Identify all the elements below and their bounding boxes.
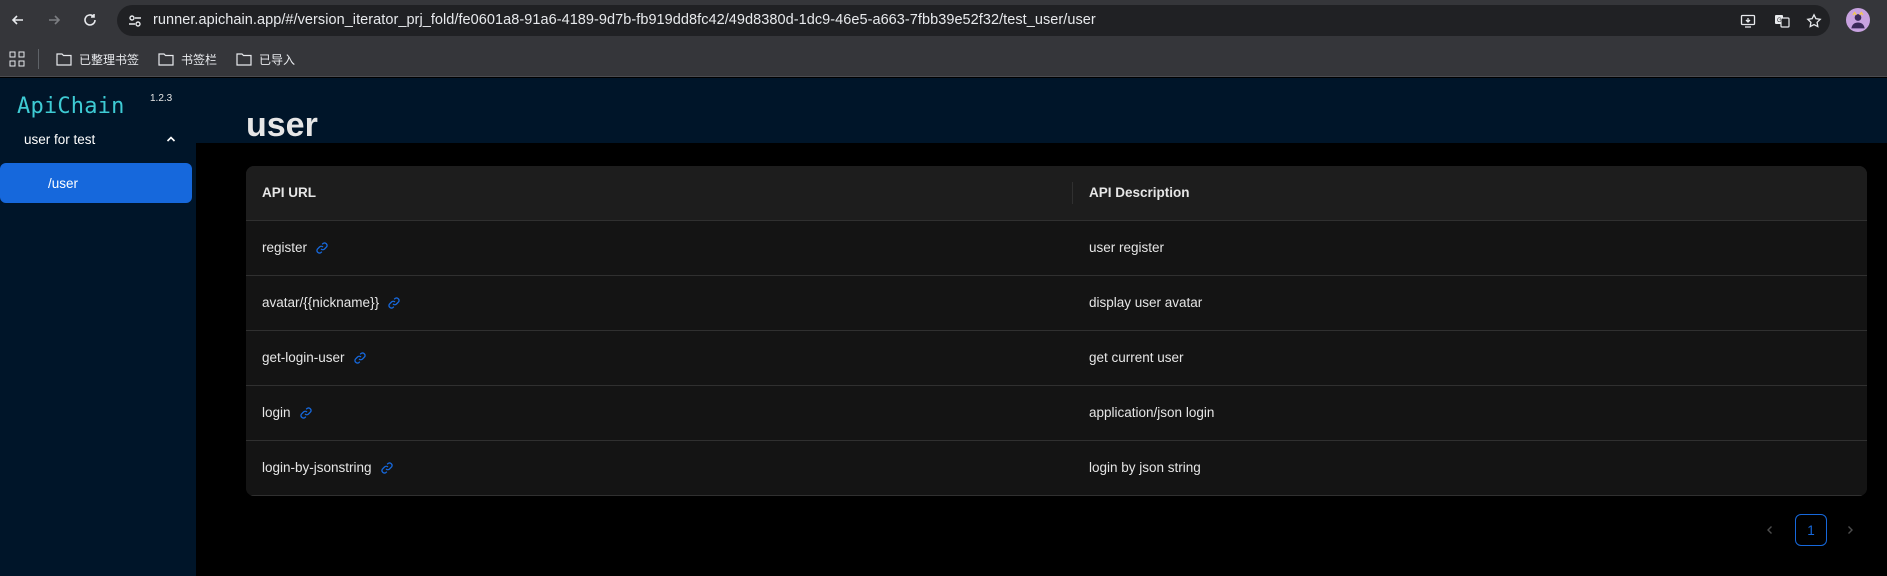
api-description-cell: user register bbox=[1089, 240, 1165, 255]
pagination-next-button[interactable] bbox=[1840, 520, 1860, 540]
api-url-cell: login-by-jsonstring bbox=[262, 460, 394, 475]
table-row: login-by-jsonstring login by json string bbox=[246, 441, 1867, 496]
translate-icon[interactable]: G bbox=[1773, 12, 1791, 30]
link-icon[interactable] bbox=[380, 461, 394, 475]
profile-avatar[interactable] bbox=[1846, 8, 1870, 32]
api-description-cell: login by json string bbox=[1089, 460, 1201, 475]
column-divider bbox=[1072, 182, 1073, 204]
app-version: 1.2.3 bbox=[150, 93, 173, 104]
chevron-left-icon bbox=[1767, 526, 1772, 534]
bookmark-label: 已整理书签 bbox=[79, 52, 140, 67]
api-url-cell: get-login-user bbox=[262, 350, 367, 365]
forward-button[interactable] bbox=[42, 8, 66, 32]
bookmark-label: 已导入 bbox=[259, 52, 296, 67]
sidebar-item-user[interactable]: /user bbox=[0, 163, 192, 203]
profile-icon bbox=[1851, 11, 1865, 29]
reload-button[interactable] bbox=[78, 8, 102, 32]
api-url-text: login bbox=[262, 405, 291, 420]
api-description-cell: display user avatar bbox=[1089, 295, 1203, 310]
site-settings-icon[interactable] bbox=[126, 12, 144, 30]
api-url-text: login-by-jsonstring bbox=[262, 460, 372, 475]
table-row: register user register bbox=[246, 221, 1867, 276]
sidebar-group-label: user for test bbox=[24, 131, 96, 147]
folder-icon bbox=[56, 53, 72, 66]
link-icon[interactable] bbox=[299, 406, 313, 420]
api-table: API URL API Description register user re… bbox=[246, 166, 1867, 496]
chevron-right-icon bbox=[1848, 526, 1853, 534]
apps-grid-icon[interactable] bbox=[9, 51, 25, 67]
browser-toolbar: runner.apichain.app/#/version_iterator_p… bbox=[0, 0, 1887, 41]
url-text[interactable]: runner.apichain.app/#/version_iterator_p… bbox=[153, 12, 1096, 28]
bookmark-folder-imported[interactable]: 已导入 bbox=[236, 50, 295, 68]
api-url-cell: register bbox=[262, 240, 329, 255]
api-description-cell: application/json login bbox=[1089, 405, 1215, 420]
table-header: API URL API Description bbox=[246, 166, 1867, 221]
page-title: user bbox=[246, 106, 318, 144]
arrow-right-icon bbox=[49, 15, 61, 25]
bookmark-star-icon[interactable] bbox=[1805, 12, 1823, 30]
api-url-text: avatar/{{nickname}} bbox=[262, 295, 380, 310]
api-url-cell: avatar/{{nickname}} bbox=[262, 295, 401, 310]
svg-text:G: G bbox=[1777, 18, 1782, 24]
api-url-cell: login bbox=[262, 405, 313, 420]
column-header-api-description: API Description bbox=[1089, 185, 1190, 200]
reload-icon bbox=[84, 14, 96, 26]
bookmark-label: 书签栏 bbox=[181, 52, 218, 67]
link-icon[interactable] bbox=[315, 241, 329, 255]
table-row: login application/json login bbox=[246, 386, 1867, 441]
sidebar: ApiChain 1.2.3 user for test /user bbox=[0, 78, 196, 576]
back-button[interactable] bbox=[6, 8, 30, 32]
table-row: get-login-user get current user bbox=[246, 331, 1867, 386]
arrow-left-icon bbox=[11, 15, 23, 25]
main-content: API URL API Description register user re… bbox=[196, 143, 1887, 576]
bookmarks-divider bbox=[38, 49, 39, 69]
folder-icon bbox=[158, 53, 174, 66]
chevron-up-icon bbox=[166, 136, 176, 142]
bookmark-folder-bar[interactable]: 书签栏 bbox=[158, 50, 217, 68]
install-app-icon[interactable] bbox=[1739, 12, 1757, 30]
link-icon[interactable] bbox=[387, 296, 401, 310]
table-row: avatar/{{nickname}} display user avatar bbox=[246, 276, 1867, 331]
bookmark-folder-organized[interactable]: 已整理书签 bbox=[56, 50, 139, 68]
page-header: user bbox=[196, 78, 1887, 143]
folder-icon bbox=[236, 53, 252, 66]
sidebar-group-user-for-test[interactable]: user for test bbox=[24, 128, 176, 150]
bookmarks-bar: 已整理书签 书签栏 已导入 bbox=[0, 41, 1887, 77]
api-description-cell: get current user bbox=[1089, 350, 1184, 365]
column-header-api-url: API URL bbox=[262, 185, 316, 200]
sidebar-item-label: /user bbox=[48, 175, 79, 191]
app-logo[interactable]: ApiChain bbox=[17, 94, 125, 119]
pagination-page-1[interactable]: 1 bbox=[1795, 514, 1827, 546]
api-url-text: register bbox=[262, 240, 308, 255]
address-bar[interactable]: runner.apichain.app/#/version_iterator_p… bbox=[117, 5, 1830, 36]
api-url-text: get-login-user bbox=[262, 350, 345, 365]
link-icon[interactable] bbox=[353, 351, 367, 365]
pagination-prev-button[interactable] bbox=[1760, 520, 1780, 540]
